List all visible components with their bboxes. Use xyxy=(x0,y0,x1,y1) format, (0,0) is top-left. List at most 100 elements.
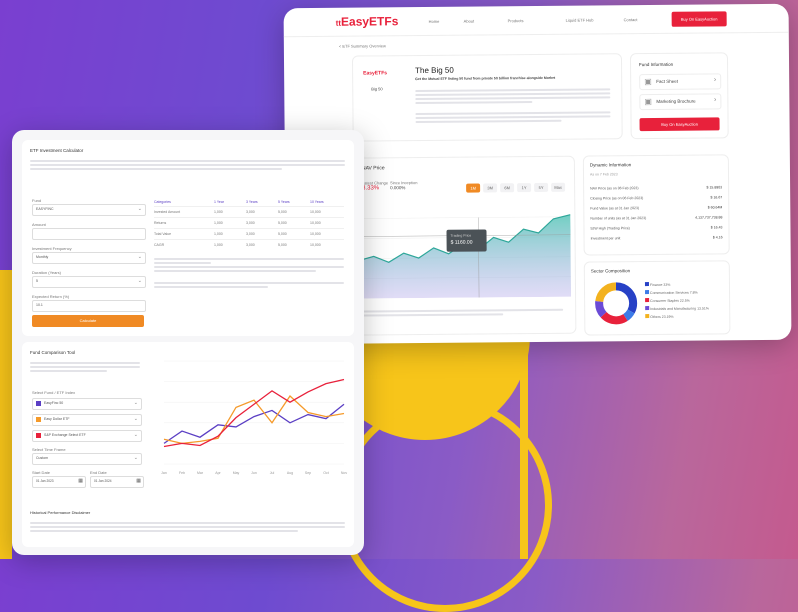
fund-title: The Big 50 xyxy=(415,65,454,76)
x-tick-label: Jun xyxy=(251,471,257,475)
disclaimer-title: Historical Performance Disclaimer xyxy=(30,510,91,515)
range-3m[interactable]: 3M xyxy=(483,183,498,193)
table-row: Invested Amount 1,000 3,000 5,000 10,000 xyxy=(154,206,344,217)
end-date-value: 01 Jan 2024 xyxy=(94,479,112,483)
latest-change-value: 3.33% xyxy=(362,185,380,192)
return-input[interactable]: 10.1 xyxy=(32,300,146,312)
range-6m[interactable]: 6M xyxy=(500,183,515,193)
fund-select[interactable]: EASYFINC ⌄ xyxy=(32,204,146,216)
calendar-icon[interactable]: ▦ xyxy=(136,478,141,484)
table-row: Returns 1,000 3,000 5,000 10,000 xyxy=(154,217,344,228)
chevron-down-icon: ⌄ xyxy=(133,455,138,461)
period-select-value: Custom xyxy=(36,456,49,460)
sector-donut-chart xyxy=(595,282,638,325)
since-inception-value: 0.000% xyxy=(390,185,406,191)
comparison-title: Fund Comparison Tool xyxy=(30,350,76,355)
fund-overview: EasyETFs Big 50 The Big 50 Get the Mutua… xyxy=(351,53,623,142)
buy-on-easyauction-button[interactable]: Buy On EasyAuction xyxy=(639,117,720,132)
legend-item: Finance 33% xyxy=(644,282,709,288)
area-series xyxy=(358,214,572,299)
fund-option-label: Easy Dollar ETF xyxy=(44,417,70,421)
sector-legend: Finance 33% Communication Services 7.8% … xyxy=(644,282,709,320)
header-cta-button[interactable]: Buy On EasyAuction xyxy=(671,11,727,27)
table-row: CAGR 1,000 3,000 5,000 10,000 xyxy=(154,239,344,250)
fact-sheet-link[interactable]: ▣ Fact Sheet › xyxy=(639,73,722,91)
fact-sheet-label: Fact Sheet xyxy=(656,78,678,84)
results-table: Categories 1 Year 3 Years 5 Years 10 Yea… xyxy=(154,198,344,290)
series-line-1 xyxy=(163,403,345,444)
fund-option-label: S&P Exchange Select ETF xyxy=(44,433,86,437)
comparison-intro xyxy=(30,360,140,374)
row-label: Fund Value (as at 31 Jan 2023) xyxy=(590,206,640,211)
x-tick-label: Feb xyxy=(179,471,185,475)
nav-home[interactable]: Home xyxy=(429,19,440,24)
row-value: 4,137,737,738.88 xyxy=(695,215,723,220)
range-1m[interactable]: 1M xyxy=(466,183,481,193)
row-label: Closing Price (as on 06 Feb 2023) xyxy=(590,196,644,201)
range-max[interactable]: Max xyxy=(551,182,566,192)
legend-item: Industrials and Manufacturing 13.51% xyxy=(645,306,709,312)
document-icon: ▣ xyxy=(644,76,652,87)
row-value: $ 16.43 xyxy=(710,225,723,230)
end-date-label: End Date xyxy=(90,470,107,475)
chevron-down-icon: ⌄ xyxy=(133,432,138,438)
nav-about[interactable]: About xyxy=(464,19,474,24)
fund-option-2[interactable]: Easy Dollar ETF ⌄ xyxy=(32,414,142,426)
fund-description xyxy=(415,86,611,125)
calculator-title: ETF Investment Calculator xyxy=(30,148,84,153)
document-icon: ▣ xyxy=(644,96,652,107)
duration-select[interactable]: 5 ⌄ xyxy=(32,276,146,288)
fund-option-label: EasyFinc 50 xyxy=(44,401,64,405)
select-fund-label: Select Fund / ETF Index xyxy=(32,390,76,395)
nav-contact[interactable]: Contact xyxy=(624,17,638,22)
row-label: 52W High (Trading Price) xyxy=(590,226,630,231)
price-tooltip: Trading Price $ 1160.00 xyxy=(446,229,487,252)
period-select[interactable]: Custom ⌄ xyxy=(32,453,142,465)
row-label: Number of units (as at 31 Jan 2023) xyxy=(590,216,647,221)
x-tick-label: Oct xyxy=(323,471,328,475)
brand-logo[interactable]: ttEasyETFs xyxy=(336,14,399,29)
start-date-value: 01 Jan 2023 xyxy=(36,479,54,483)
row-value: $ 60.64M xyxy=(707,205,723,210)
start-date-label: Start Date xyxy=(32,470,51,475)
nav-products[interactable]: Products xyxy=(508,18,524,23)
calculator-card: ETF Investment Calculator Fund EASYFINC … xyxy=(12,130,364,555)
frequency-select-value: Monthly xyxy=(36,255,49,259)
decor-yellow-bar-left xyxy=(0,270,12,559)
table-notes xyxy=(154,258,344,288)
fund-option-3[interactable]: S&P Exchange Select ETF ⌄ xyxy=(32,430,142,442)
fund-info-title: Fund Information xyxy=(639,61,674,68)
start-date-input[interactable]: 01 Jan 2023 ▦ xyxy=(32,476,86,488)
sector-composition-panel: Sector Composition Finance 33% Communica… xyxy=(583,260,731,336)
amount-input[interactable] xyxy=(32,228,146,240)
x-tick-label: Aug xyxy=(287,471,293,475)
series-line-2 xyxy=(163,395,345,445)
legend-item: Consumer Staples 22.5% xyxy=(645,298,709,304)
nav-liquid-etf-hub[interactable]: Liquid ETF Hub xyxy=(566,18,594,23)
chevron-right-icon: › xyxy=(713,96,717,104)
x-tick-label: Jul xyxy=(270,471,275,475)
calculator-intro xyxy=(30,158,345,172)
row-value: $ 15.8903 xyxy=(706,185,723,190)
site-header: ttEasyETFs Home About Products Liquid ET… xyxy=(283,3,789,38)
row-label: Investment per unit xyxy=(590,236,621,241)
sector-title: Sector Composition xyxy=(590,268,631,274)
calendar-icon[interactable]: ▦ xyxy=(78,478,83,484)
chevron-down-icon: ⌄ xyxy=(133,416,138,422)
decor-yellow-bar xyxy=(520,320,528,559)
nav-price-title: NAV Price xyxy=(361,165,385,172)
end-date-input[interactable]: 01 Jan 2024 ▦ xyxy=(90,476,144,488)
calculate-button[interactable]: Calculate xyxy=(32,315,144,327)
fund-field-label: Fund xyxy=(32,198,42,203)
marketing-brochure-link[interactable]: ▣ Marketing Brochure › xyxy=(639,93,722,111)
comparison-line-chart[interactable]: Jan Feb Mar Apr May Jun Jul Aug Sep Oct Nov xyxy=(150,357,348,482)
range-1y[interactable]: 1Y xyxy=(517,183,532,193)
chart-footnote xyxy=(363,307,564,319)
fund-option-1[interactable]: EasyFinc 50 ⌄ xyxy=(32,398,142,410)
color-swatch xyxy=(36,401,41,406)
x-tick-label: Nov xyxy=(341,471,347,475)
fund-ticker: Big 50 xyxy=(371,86,383,92)
range-5y[interactable]: 5Y xyxy=(534,182,549,193)
frequency-select[interactable]: Monthly ⌄ xyxy=(32,252,146,264)
breadcrumb[interactable]: < ETF Summary Overview xyxy=(339,43,386,48)
